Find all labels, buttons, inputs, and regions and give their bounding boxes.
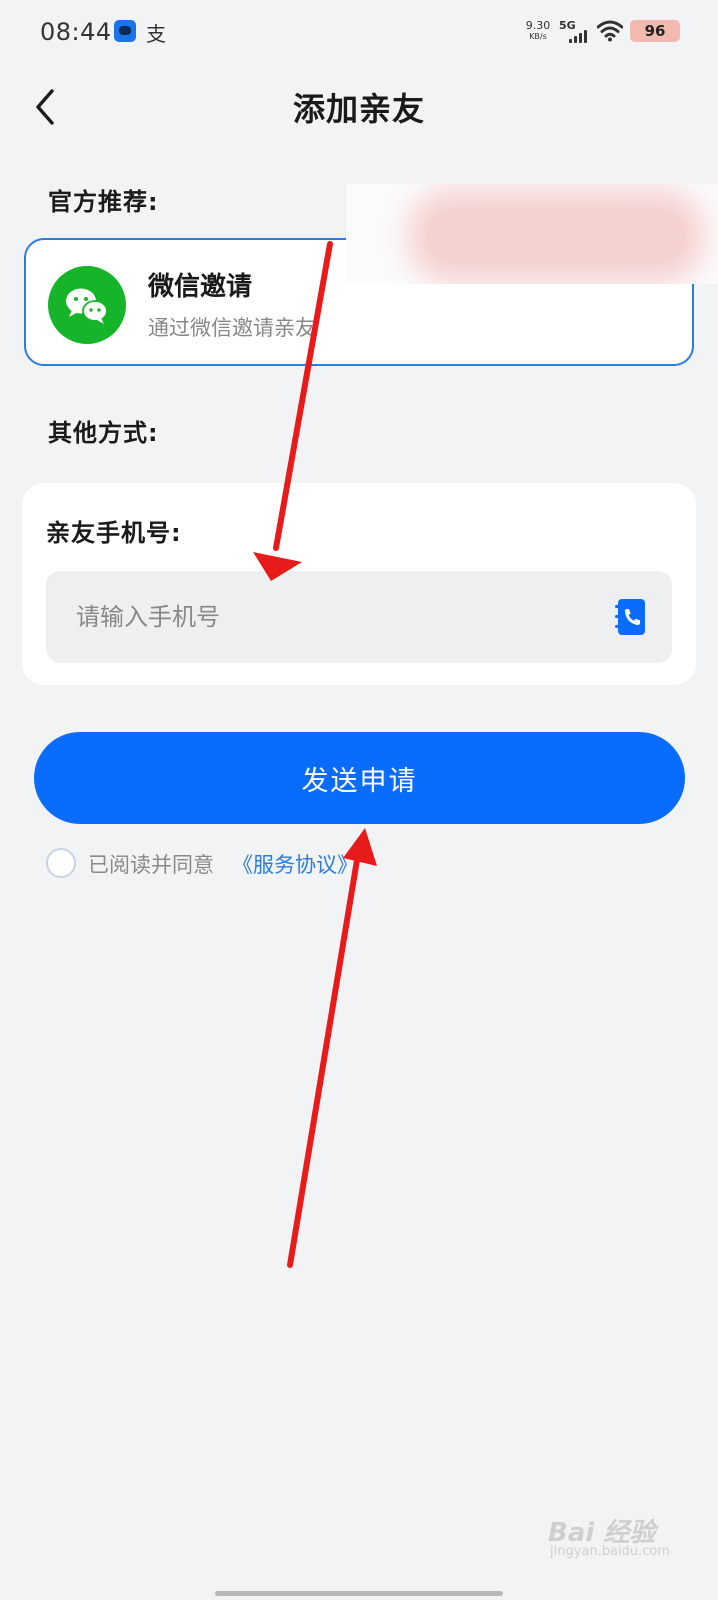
agreement-text: 已阅读并同意 <box>88 853 214 877</box>
phone-number-label: 亲友手机号: <box>46 519 182 547</box>
contacts-book-icon <box>615 599 645 635</box>
battery-indicator: 96 <box>630 20 680 42</box>
wechat-invite-title: 微信邀请 <box>148 272 253 302</box>
wechat-invite-description: 通过微信邀请亲友 <box>148 316 316 340</box>
signal-bar <box>584 30 587 43</box>
signal-bar <box>569 39 572 43</box>
wifi-icon <box>596 20 624 42</box>
signal-bar <box>574 36 577 43</box>
send-request-button[interactable]: 发送申请 <box>34 732 685 824</box>
page-title: 添加亲友 <box>292 90 425 128</box>
redacted-region <box>346 184 718 284</box>
baidu-jingyan-watermark: Bai 经验 jingyan.baidu.com <box>548 1502 698 1562</box>
alipay-icon: 支 <box>146 22 166 46</box>
home-indicator[interactable] <box>215 1591 503 1596</box>
add-family-screen: 08:44 支 9.30 KB/s 5G 96 添加亲友 官方推荐: 微信邀请 … <box>0 0 718 1600</box>
agreement-checkbox[interactable] <box>46 848 76 878</box>
phone-number-input[interactable] <box>76 571 596 663</box>
cellular-signal-icon: 5G <box>559 19 589 43</box>
official-section-label: 官方推荐: <box>48 188 159 216</box>
annotation-arrow-line <box>287 857 360 1268</box>
status-bar: 08:44 支 9.30 KB/s 5G 96 <box>0 0 718 64</box>
status-time: 08:44 <box>40 18 112 46</box>
network-speed-unit: KB/s <box>529 32 547 41</box>
network-speed-value: 9.30 <box>525 19 551 32</box>
signal-bar <box>579 33 582 43</box>
service-agreement-link[interactable]: 《服务协议》 <box>232 849 358 879</box>
phone-card: 亲友手机号: <box>22 483 696 685</box>
other-section-label: 其他方式: <box>48 419 159 447</box>
wechat-icon <box>48 266 126 344</box>
contacts-button[interactable] <box>614 598 646 636</box>
network-speed: 9.30 KB/s <box>523 20 553 42</box>
app-notification-icon <box>114 20 136 42</box>
phone-input-box <box>46 571 672 663</box>
network-type: 5G <box>559 19 576 32</box>
watermark-url: jingyan.baidu.com <box>550 1544 670 1559</box>
